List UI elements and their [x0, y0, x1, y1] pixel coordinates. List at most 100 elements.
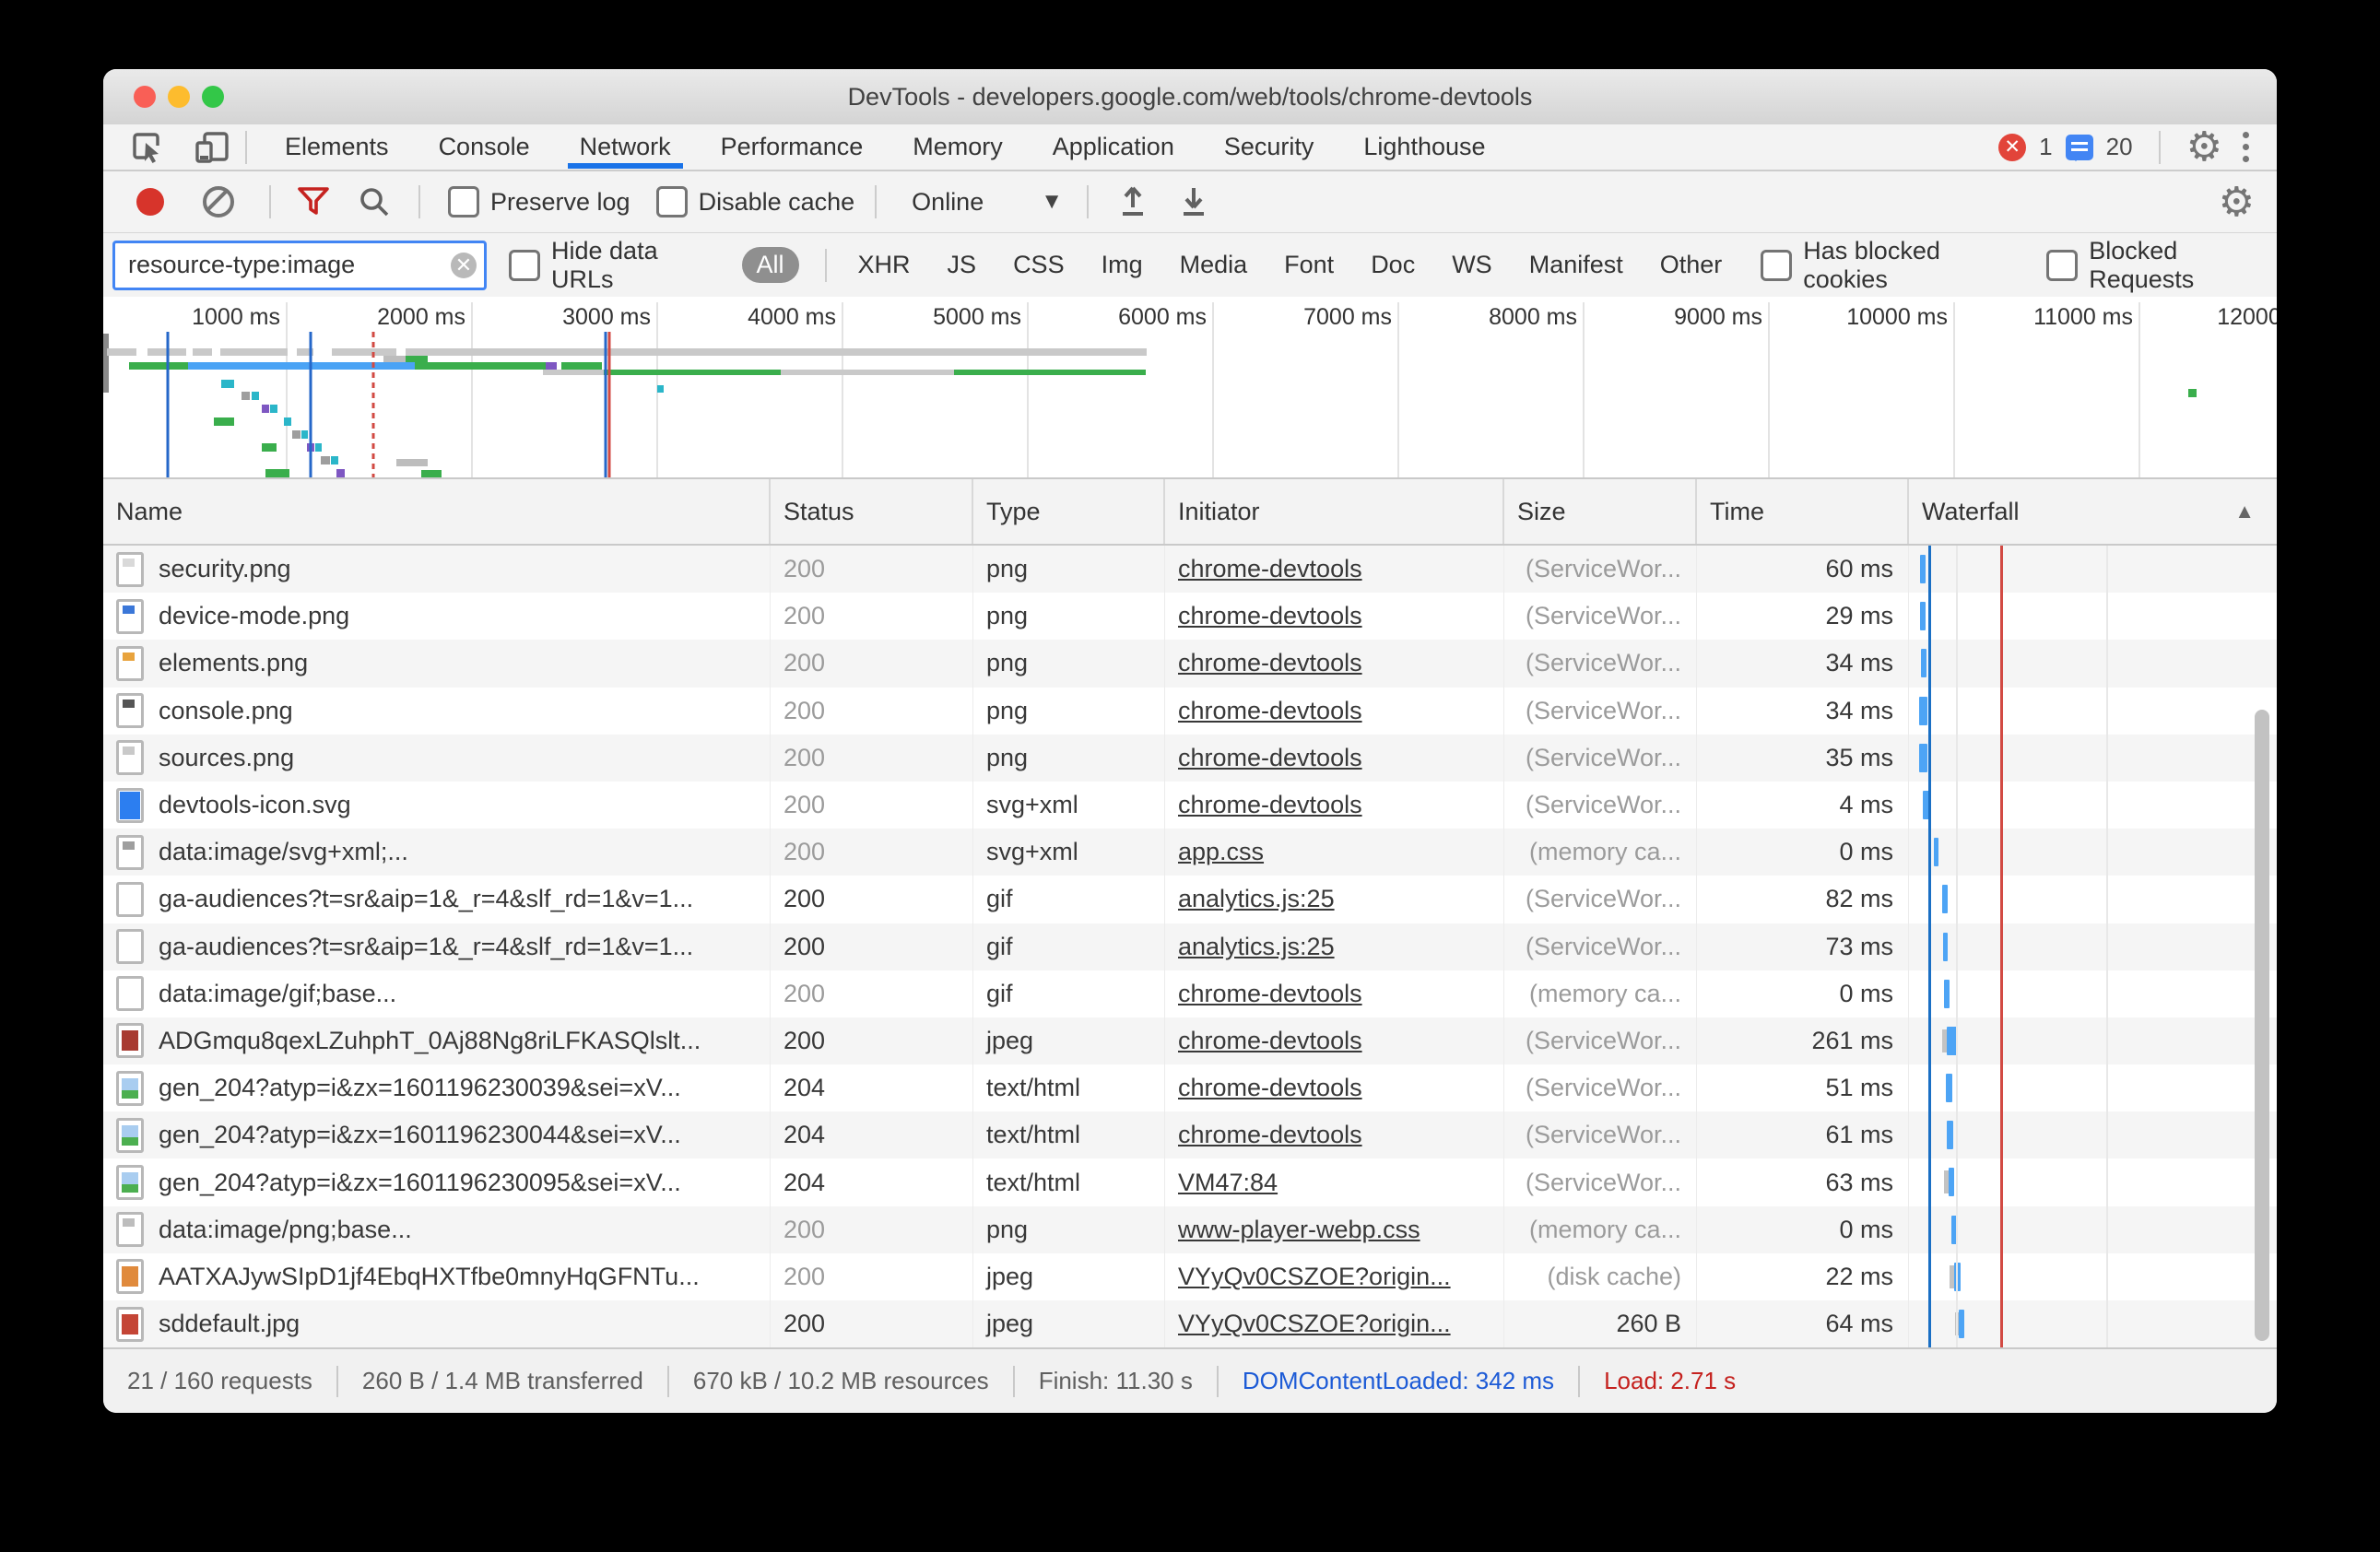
request-name-cell[interactable]: gen_204?atyp=i&zx=1601196230095&sei=xV..… [103, 1158, 771, 1205]
waterfall-cell[interactable] [1909, 1206, 2277, 1253]
device-toolbar-icon[interactable] [192, 129, 232, 166]
table-row[interactable]: sources.png200pngchrome-devtools(Service… [103, 735, 2277, 782]
initiator-cell[interactable]: chrome-devtools [1165, 970, 1504, 1017]
table-row[interactable]: console.png200pngchrome-devtools(Service… [103, 688, 2277, 735]
throttling-select[interactable]: Online [912, 188, 984, 217]
table-row[interactable]: ga-audiences?t=sr&aip=1&_r=4&slf_rd=1&v=… [103, 876, 2277, 923]
table-row[interactable]: data:image/gif;base...200gifchrome-devto… [103, 970, 2277, 1017]
clear-filter-icon[interactable]: ✕ [451, 253, 477, 278]
initiator-cell[interactable]: VYyQv0CSZOE?origin... [1165, 1300, 1504, 1347]
waterfall-cell[interactable] [1909, 876, 2277, 923]
waterfall-cell[interactable] [1909, 1017, 2277, 1064]
initiator-cell[interactable]: chrome-devtools [1165, 1111, 1504, 1158]
column-header-initiator[interactable]: Initiator [1165, 479, 1504, 544]
column-header-type[interactable]: Type [973, 479, 1165, 544]
waterfall-cell[interactable] [1909, 970, 2277, 1017]
table-row[interactable]: ga-audiences?t=sr&aip=1&_r=4&slf_rd=1&v=… [103, 923, 2277, 970]
request-name-cell[interactable]: console.png [103, 688, 771, 735]
network-overview[interactable]: 1000 ms2000 ms3000 ms4000 ms5000 ms6000 … [103, 297, 2277, 479]
console-messages-icon[interactable] [2066, 135, 2093, 160]
initiator-cell[interactable]: chrome-devtools [1165, 735, 1504, 782]
filter-pill-css[interactable]: CSS [1007, 247, 1070, 283]
table-row[interactable]: ADGmqu8qexLZuhphT_0Aj88Ng8riLFKASQlslt..… [103, 1017, 2277, 1064]
error-badge-icon[interactable]: ✕ [1998, 134, 2026, 161]
waterfall-cell[interactable] [1909, 688, 2277, 735]
initiator-cell[interactable]: analytics.js:25 [1165, 923, 1504, 970]
initiator-cell[interactable]: chrome-devtools [1165, 640, 1504, 687]
column-header-waterfall[interactable]: Waterfall ▲ [1909, 479, 2277, 544]
table-row[interactable]: sddefault.jpg200jpegVYyQv0CSZOE?origin..… [103, 1300, 2277, 1347]
initiator-cell[interactable]: app.css [1165, 829, 1504, 876]
request-name-cell[interactable]: data:image/svg+xml;... [103, 829, 771, 876]
record-button[interactable] [136, 188, 164, 216]
waterfall-cell[interactable] [1909, 923, 2277, 970]
waterfall-cell[interactable] [1909, 782, 2277, 829]
table-row[interactable]: data:image/png;base...200pngwww-player-w… [103, 1206, 2277, 1253]
table-row[interactable]: gen_204?atyp=i&zx=1601196230044&sei=xV..… [103, 1111, 2277, 1158]
search-icon[interactable] [358, 185, 391, 218]
sort-ascending-icon[interactable]: ▲ [2234, 500, 2255, 523]
network-settings-gear-icon[interactable]: ⚙ [2219, 182, 2255, 223]
filter-pill-manifest[interactable]: Manifest [1524, 247, 1629, 283]
request-name-cell[interactable]: sources.png [103, 735, 771, 782]
filter-pill-media[interactable]: Media [1174, 247, 1254, 283]
has-blocked-cookies-checkbox[interactable] [1761, 250, 1792, 281]
waterfall-cell[interactable] [1909, 593, 2277, 640]
waterfall-cell[interactable] [1909, 829, 2277, 876]
request-name-cell[interactable]: ga-audiences?t=sr&aip=1&_r=4&slf_rd=1&v=… [103, 923, 771, 970]
table-row[interactable]: elements.png200pngchrome-devtools(Servic… [103, 640, 2277, 687]
column-header-status[interactable]: Status [771, 479, 973, 544]
blocked-requests-checkbox[interactable] [2046, 250, 2078, 281]
filter-pill-doc[interactable]: Doc [1365, 247, 1420, 283]
table-row[interactable]: data:image/svg+xml;...200svg+xmlapp.css(… [103, 829, 2277, 876]
initiator-cell[interactable]: www-player-webp.css [1165, 1206, 1504, 1253]
initiator-cell[interactable]: chrome-devtools [1165, 782, 1504, 829]
request-name-cell[interactable]: elements.png [103, 640, 771, 687]
request-name-cell[interactable]: gen_204?atyp=i&zx=1601196230044&sei=xV..… [103, 1111, 771, 1158]
initiator-cell[interactable]: VM47:84 [1165, 1158, 1504, 1205]
request-name-cell[interactable]: data:image/png;base... [103, 1206, 771, 1253]
vertical-scrollbar[interactable] [2255, 710, 2269, 1341]
initiator-cell[interactable]: analytics.js:25 [1165, 876, 1504, 923]
waterfall-cell[interactable] [1909, 1300, 2277, 1347]
filter-pill-all[interactable]: All [742, 247, 799, 283]
waterfall-cell[interactable] [1909, 1064, 2277, 1111]
initiator-cell[interactable]: chrome-devtools [1165, 593, 1504, 640]
waterfall-cell[interactable] [1909, 546, 2277, 593]
column-header-size[interactable]: Size [1504, 479, 1697, 544]
import-har-icon[interactable] [1118, 185, 1148, 218]
clear-button[interactable] [203, 186, 234, 218]
tab-lighthouse[interactable]: Lighthouse [1338, 125, 1510, 169]
request-name-cell[interactable]: gen_204?atyp=i&zx=1601196230039&sei=xV..… [103, 1064, 771, 1111]
table-row[interactable]: gen_204?atyp=i&zx=1601196230039&sei=xV..… [103, 1064, 2277, 1111]
more-options-icon[interactable] [2235, 132, 2256, 162]
filter-pill-img[interactable]: Img [1096, 247, 1149, 283]
table-row[interactable]: device-mode.png200pngchrome-devtools(Ser… [103, 593, 2277, 640]
tab-console[interactable]: Console [414, 125, 555, 169]
table-row[interactable]: security.png200pngchrome-devtools(Servic… [103, 546, 2277, 593]
table-row[interactable]: gen_204?atyp=i&zx=1601196230095&sei=xV..… [103, 1158, 2277, 1205]
table-row[interactable]: devtools-icon.svg200svg+xmlchrome-devtoo… [103, 782, 2277, 829]
throttling-caret-icon[interactable]: ▼ [1041, 189, 1063, 215]
waterfall-cell[interactable] [1909, 1158, 2277, 1205]
filter-pill-other[interactable]: Other [1655, 247, 1728, 283]
request-name-cell[interactable]: devtools-icon.svg [103, 782, 771, 829]
tab-memory[interactable]: Memory [888, 125, 1028, 169]
request-name-cell[interactable]: device-mode.png [103, 593, 771, 640]
waterfall-cell[interactable] [1909, 640, 2277, 687]
tab-security[interactable]: Security [1199, 125, 1339, 169]
initiator-cell[interactable]: chrome-devtools [1165, 1064, 1504, 1111]
waterfall-cell[interactable] [1909, 1253, 2277, 1300]
filter-pill-js[interactable]: JS [942, 247, 983, 283]
filter-pill-xhr[interactable]: XHR [853, 247, 916, 283]
tab-performance[interactable]: Performance [696, 125, 889, 169]
table-row[interactable]: AATXAJywSIpD1jf4EbqHXTfbe0mnyHqGFNTu...2… [103, 1253, 2277, 1300]
initiator-cell[interactable]: chrome-devtools [1165, 688, 1504, 735]
initiator-cell[interactable]: VYyQv0CSZOE?origin... [1165, 1253, 1504, 1300]
filter-input[interactable] [126, 250, 443, 280]
preserve-log-checkbox[interactable] [448, 186, 479, 218]
filter-pill-ws[interactable]: WS [1446, 247, 1498, 283]
request-name-cell[interactable]: data:image/gif;base... [103, 970, 771, 1017]
disable-cache-checkbox[interactable] [656, 186, 688, 218]
tab-application[interactable]: Application [1028, 125, 1199, 169]
